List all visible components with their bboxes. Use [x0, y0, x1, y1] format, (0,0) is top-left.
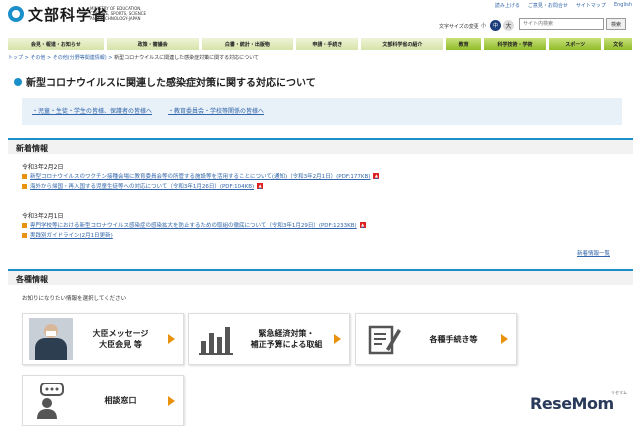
news-item[interactable]: 海外から帰国・再入国する児童生徒等への対応について（令和3年1月26日）(PDF…	[22, 182, 264, 190]
minister-message-card[interactable]: 大臣メッセージ 大臣会見 等	[22, 313, 184, 365]
info-heading: 各種情報	[8, 269, 633, 285]
nav-about[interactable]: 文部科学省の紹介	[361, 38, 445, 50]
breadcrumb-top[interactable]: トップ	[8, 55, 23, 61]
audience-links: ・児童・生徒・学生の皆様、保護者の皆様へ ・教育委員会・学校等関係の皆様へ	[22, 98, 622, 125]
page-title: 新型コロナウイルスに関連した感染症対策に関する対応について	[14, 74, 316, 89]
search-button[interactable]: 検索	[606, 18, 626, 30]
link-education-boards[interactable]: ・教育委員会・学校等関係の皆様へ	[168, 106, 264, 117]
arrow-right-icon	[168, 334, 175, 344]
news-date: 令和3年2月1日	[22, 213, 64, 220]
info-description: お知りになりたい情報を選択してください	[22, 296, 127, 302]
consultation-card[interactable]: 相談窓口	[22, 375, 184, 426]
news-item[interactable]: 専門学校等における新型コロナウイルス感染症の感染拡大を防止するための取組の徹底に…	[22, 221, 366, 229]
document-pen-icon	[362, 319, 406, 359]
news-more-link[interactable]: 新着情報一覧	[577, 249, 610, 257]
title-bullet-icon	[14, 77, 22, 86]
minister-photo	[29, 318, 73, 360]
nav-culture[interactable]: 文化	[604, 38, 633, 50]
pdf-icon: ▲	[373, 173, 380, 179]
bullet-icon	[22, 183, 27, 189]
bullet-icon	[22, 222, 27, 228]
utility-links: 読み上げる ご意見・お問合せ サイトマップ English	[495, 2, 632, 9]
news-item-link[interactable]: 新型コロナウイルスのワクチン接種会場に教育委員会等の所管する施設等を活用すること…	[30, 172, 370, 180]
news-item[interactable]: 新型コロナウイルスのワクチン接種会場に教育委員会等の所管する施設等を活用すること…	[22, 172, 380, 180]
arrow-right-icon	[334, 334, 341, 344]
global-nav: 会見・報道・お知らせ 政策・審議会 白書・統計・出版物 申請・手続き 文部科学省…	[8, 38, 633, 50]
bullet-icon	[22, 232, 27, 238]
news-item-link[interactable]: 海外から帰国・再入国する児童生徒等への対応について（令和3年1月26日）(PDF…	[30, 182, 254, 190]
arrow-right-icon	[168, 395, 175, 406]
card-label: 大臣メッセージ 大臣会見 等	[92, 329, 149, 349]
breadcrumb-other[interactable]: その他	[30, 55, 45, 61]
nav-applications[interactable]: 申請・手続き	[296, 38, 360, 50]
card-label: 各種手続き等	[429, 334, 478, 344]
util-link-sitemap[interactable]: サイトマップ	[576, 2, 606, 9]
nav-policy[interactable]: 政策・審議会	[106, 38, 200, 50]
pdf-icon: ▲	[257, 183, 264, 189]
util-link-readaloud[interactable]: 読み上げる	[495, 2, 520, 9]
site-logo-english: MINISTRY OF EDUCATION, CULTURE, SPORTS, …	[90, 6, 147, 21]
page-title-text: 新型コロナウイルスに関連した感染症対策に関する対応について	[26, 78, 316, 89]
resemom-watermark: ReseMom	[530, 394, 614, 413]
bar-chart-icon	[195, 319, 239, 359]
economic-measures-card[interactable]: 緊急経済対策・ 補正予算による取組	[188, 313, 350, 365]
consultation-icon	[29, 381, 73, 421]
site-search-input[interactable]	[519, 18, 604, 30]
nav-science[interactable]: 科学技術・学術	[483, 38, 548, 50]
font-size-medium-button[interactable]: 中	[490, 20, 501, 31]
mext-logo-icon[interactable]	[8, 6, 24, 22]
news-item[interactable]: 実践別ガイドライン(2月1日更新)	[22, 231, 113, 239]
util-link-english[interactable]: English	[614, 2, 632, 9]
breadcrumb: トップ > その他 > その他(分野等関連情報) > 新型コロナウイルスに関連し…	[8, 55, 259, 61]
nav-sports[interactable]: スポーツ	[549, 38, 603, 50]
nav-press[interactable]: 会見・報道・お知らせ	[8, 38, 105, 50]
card-label: 緊急経済対策・ 補正予算による取組	[250, 329, 323, 349]
nav-publications[interactable]: 白書・統計・出版物	[201, 38, 295, 50]
font-size-large-button[interactable]: 大	[503, 20, 514, 31]
card-label: 相談窓口	[104, 396, 137, 405]
bullet-icon	[22, 173, 27, 179]
news-heading: 新着情報	[8, 138, 633, 154]
link-students-parents[interactable]: ・児童・生徒・学生の皆様、保護者の皆様へ	[32, 106, 152, 117]
news-date: 令和3年2月2日	[22, 164, 64, 171]
breadcrumb-current: 新型コロナウイルスに関連した感染症対策に関する対応について	[114, 55, 259, 61]
arrow-right-icon	[501, 334, 508, 344]
font-size-label: 文字サイズの変更	[439, 24, 479, 30]
pdf-icon: ▲	[359, 222, 366, 228]
news-item-link[interactable]: 専門学校等における新型コロナウイルス感染症の感染拡大を防止するための取組の徹底に…	[30, 221, 357, 229]
breadcrumb-other-related[interactable]: その他(分野等関連情報)	[53, 55, 107, 61]
util-link-contact[interactable]: ご意見・お問合せ	[528, 2, 568, 9]
site-header: 文部科学省 MINISTRY OF EDUCATION, CULTURE, SP…	[0, 0, 640, 38]
nav-education[interactable]: 教育	[446, 38, 482, 50]
procedures-card[interactable]: 各種手続き等	[355, 313, 517, 365]
resemom-watermark-sub: リセマム	[611, 390, 627, 395]
font-size-small-button[interactable]: 小	[478, 20, 489, 31]
news-item-link[interactable]: 実践別ガイドライン(2月1日更新)	[30, 231, 113, 239]
